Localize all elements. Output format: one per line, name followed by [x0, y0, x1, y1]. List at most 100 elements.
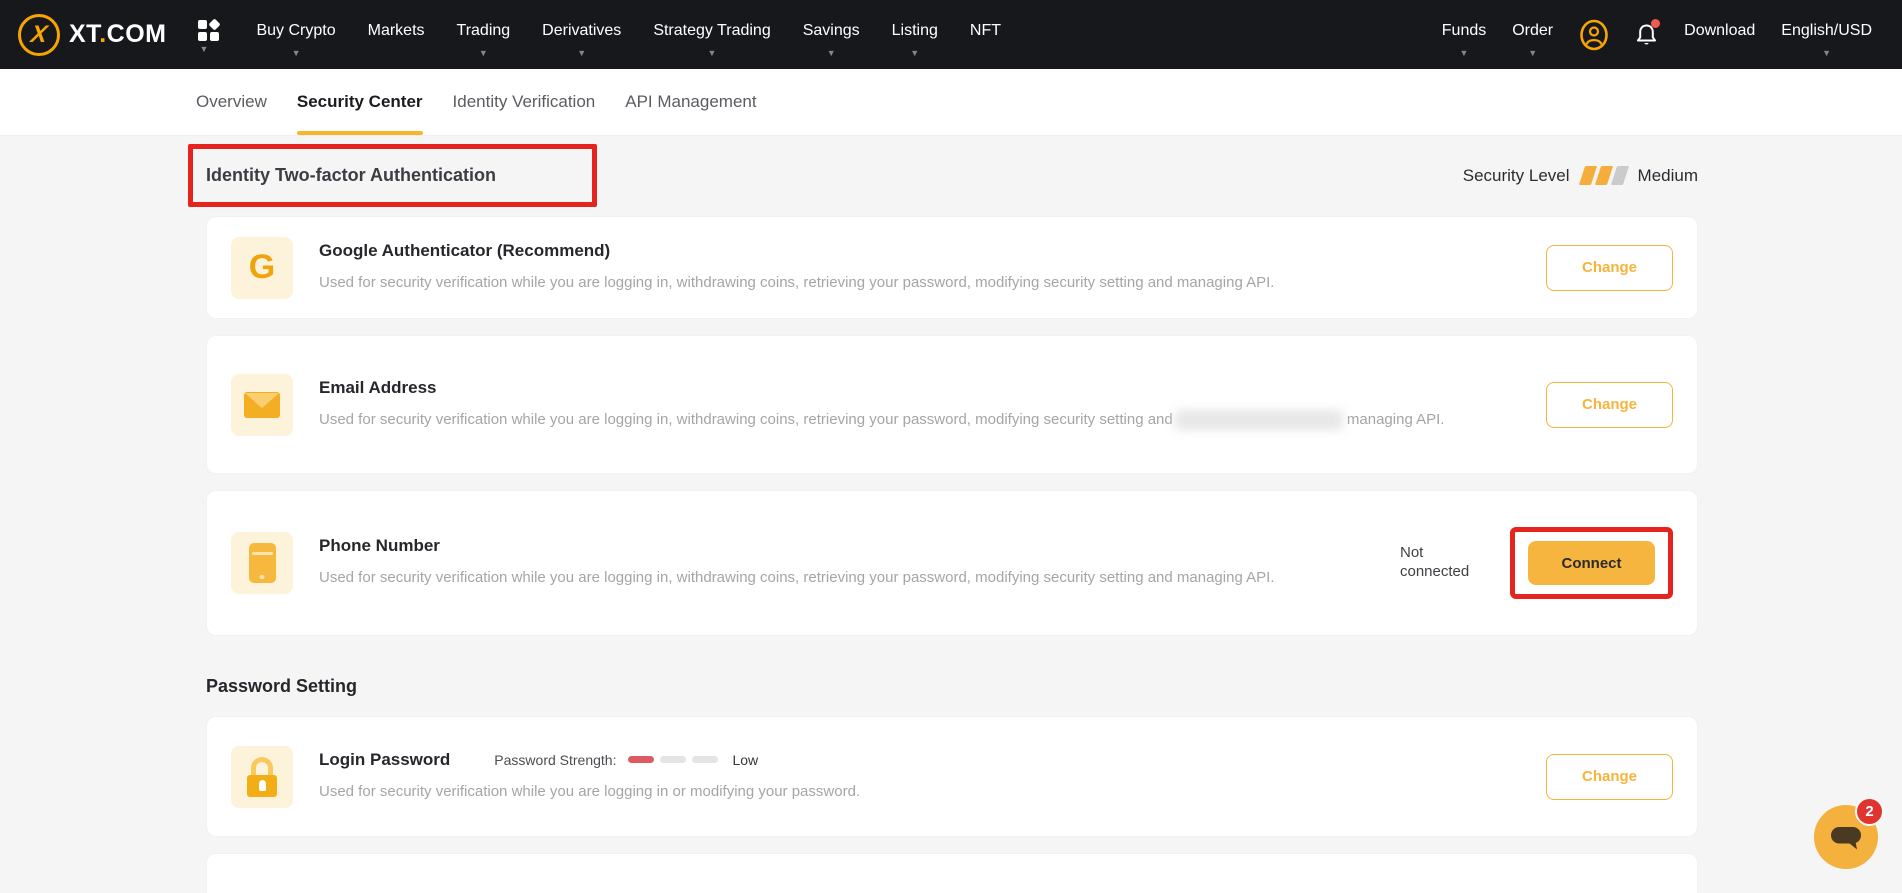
nav-item-buy-crypto[interactable]: Buy Crypto▼	[256, 16, 335, 54]
nav-label: Strategy Trading	[653, 22, 770, 39]
email-icon	[231, 374, 293, 436]
top-navbar: X XT.COM ▼ Buy Crypto▼ Markets Trading▼ …	[0, 0, 1902, 69]
tab-security-center[interactable]: Security Center	[297, 69, 423, 135]
chat-unread-badge: 2	[1855, 797, 1884, 826]
nav-item-nft[interactable]: NFT	[970, 16, 1001, 54]
blurred-email-address	[1175, 410, 1343, 430]
chevron-down-icon: ▼	[1528, 48, 1537, 58]
card-body: Google Authenticator (Recommend) Used fo…	[319, 241, 1524, 295]
card-desc-google: Used for security verification while you…	[319, 270, 1524, 295]
google-authenticator-icon: G	[231, 237, 293, 299]
card-title-email: Email Address	[319, 378, 1524, 398]
nav-item-trading[interactable]: Trading▼	[457, 16, 511, 54]
nav-label: Derivatives	[542, 22, 621, 39]
nav-label: English/USD	[1781, 22, 1872, 39]
chevron-down-icon: ▼	[1822, 48, 1831, 58]
nav-item-order[interactable]: Order▼	[1512, 16, 1553, 54]
xt-logo[interactable]: X XT.COM	[18, 14, 166, 56]
card-google-authenticator: G Google Authenticator (Recommend) Used …	[206, 216, 1698, 319]
password-strength-meter	[628, 756, 718, 763]
card-title-login-password: Login Password	[319, 750, 450, 770]
security-level: Security Level Medium	[1463, 166, 1698, 186]
card-partial-bottom	[206, 853, 1698, 893]
tab-overview[interactable]: Overview	[196, 69, 267, 135]
chevron-down-icon: ▼	[910, 48, 919, 58]
brand-com: COM	[107, 20, 167, 48]
nav-item-download[interactable]: Download	[1684, 16, 1755, 54]
card-desc-email: Used for security verification while you…	[319, 407, 1524, 432]
card-desc-phone: Used for security verification while you…	[319, 565, 1378, 590]
phone-status-badge: Not connected	[1400, 544, 1494, 582]
nav-label: Trading	[457, 22, 511, 39]
brand-dot: .	[99, 20, 106, 48]
card-body: Login Password Password Strength: Low Us…	[319, 750, 1524, 804]
chevron-down-icon: ▼	[827, 48, 836, 58]
tab-api-management[interactable]: API Management	[625, 69, 756, 135]
smartphone-icon	[249, 543, 276, 583]
password-strength-label: Password Strength:	[494, 752, 616, 768]
card-login-password: Login Password Password Strength: Low Us…	[206, 716, 1698, 837]
xt-logo-icon: X	[18, 14, 60, 56]
section-header-row: Identity Two-factor Authentication Secur…	[206, 144, 1698, 207]
apps-grid-icon[interactable]: ▼	[196, 20, 220, 50]
nav-label: Download	[1684, 22, 1755, 39]
phone-icon	[231, 532, 293, 594]
card-desc-login-password: Used for security verification while you…	[319, 779, 1524, 804]
nav-item-savings[interactable]: Savings▼	[803, 16, 860, 54]
user-icon	[1579, 19, 1609, 51]
nav-item-language-currency[interactable]: English/USD▼	[1781, 16, 1872, 54]
card-title-phone: Phone Number	[319, 536, 1378, 556]
section-title-password-setting: Password Setting	[206, 676, 1698, 697]
notifications-bell-icon[interactable]	[1635, 22, 1658, 48]
chevron-down-icon: ▼	[479, 48, 488, 58]
nav-item-markets[interactable]: Markets	[368, 16, 425, 54]
chevron-down-icon: ▼	[200, 44, 209, 54]
brand-xt: XT	[69, 20, 99, 48]
tab-identity-verification[interactable]: Identity Verification	[453, 69, 596, 135]
nav-label: Order	[1512, 22, 1553, 39]
nav-label: Savings	[803, 22, 860, 39]
envelope-icon	[243, 389, 281, 421]
security-level-value: Medium	[1638, 166, 1698, 186]
support-chat-button[interactable]: 2	[1814, 805, 1878, 869]
navbar-right: Funds▼ Order▼ Download English/USD▼	[1442, 16, 1872, 54]
nav-label: Listing	[892, 22, 938, 39]
nav-item-funds[interactable]: Funds▼	[1442, 16, 1486, 54]
nav-item-strategy-trading[interactable]: Strategy Trading▼	[653, 16, 770, 54]
account-tabbar: Overview Security Center Identity Verifi…	[0, 69, 1902, 136]
account-avatar-icon[interactable]	[1579, 19, 1609, 51]
card-body: Phone Number Used for security verificat…	[319, 536, 1378, 590]
email-desc-start: Used for security verification while you…	[319, 411, 1173, 428]
change-password-button[interactable]: Change	[1546, 754, 1673, 800]
change-google-button[interactable]: Change	[1546, 245, 1673, 291]
security-level-bars-icon	[1582, 166, 1626, 185]
password-strength-value: Low	[732, 752, 758, 768]
highlight-box-connect: Connect	[1510, 527, 1673, 599]
email-desc-end: managing API.	[1347, 411, 1445, 428]
section-title-2fa: Identity Two-factor Authentication	[206, 165, 496, 186]
security-center-content: Identity Two-factor Authentication Secur…	[206, 144, 1698, 893]
nav-item-derivatives[interactable]: Derivatives▼	[542, 16, 621, 54]
xt-logo-x: X	[29, 21, 49, 49]
nav-item-listing[interactable]: Listing▼	[892, 16, 938, 54]
chevron-down-icon: ▼	[577, 48, 586, 58]
chevron-down-icon: ▼	[1460, 48, 1469, 58]
padlock-icon	[246, 757, 278, 797]
card-body: Email Address Used for security verifica…	[319, 378, 1524, 432]
grid-squares-icon	[198, 20, 219, 41]
card-title-google: Google Authenticator (Recommend)	[319, 241, 1524, 261]
card-phone-number: Phone Number Used for security verificat…	[206, 490, 1698, 636]
nav-label: NFT	[970, 22, 1001, 39]
chat-bubble-icon	[1828, 822, 1864, 852]
nav-label: Funds	[1442, 22, 1486, 39]
highlight-box-2fa-title: Identity Two-factor Authentication	[188, 144, 597, 207]
card-email-address: Email Address Used for security verifica…	[206, 335, 1698, 474]
login-password-title-row: Login Password Password Strength: Low	[319, 750, 1524, 770]
connect-phone-button[interactable]: Connect	[1528, 541, 1655, 585]
chevron-down-icon: ▼	[708, 48, 717, 58]
notification-dot	[1651, 19, 1660, 28]
change-email-button[interactable]: Change	[1546, 382, 1673, 428]
password-icon	[231, 746, 293, 808]
nav-label: Buy Crypto	[256, 22, 335, 39]
main-nav: Buy Crypto▼ Markets Trading▼ Derivatives…	[256, 16, 1001, 54]
